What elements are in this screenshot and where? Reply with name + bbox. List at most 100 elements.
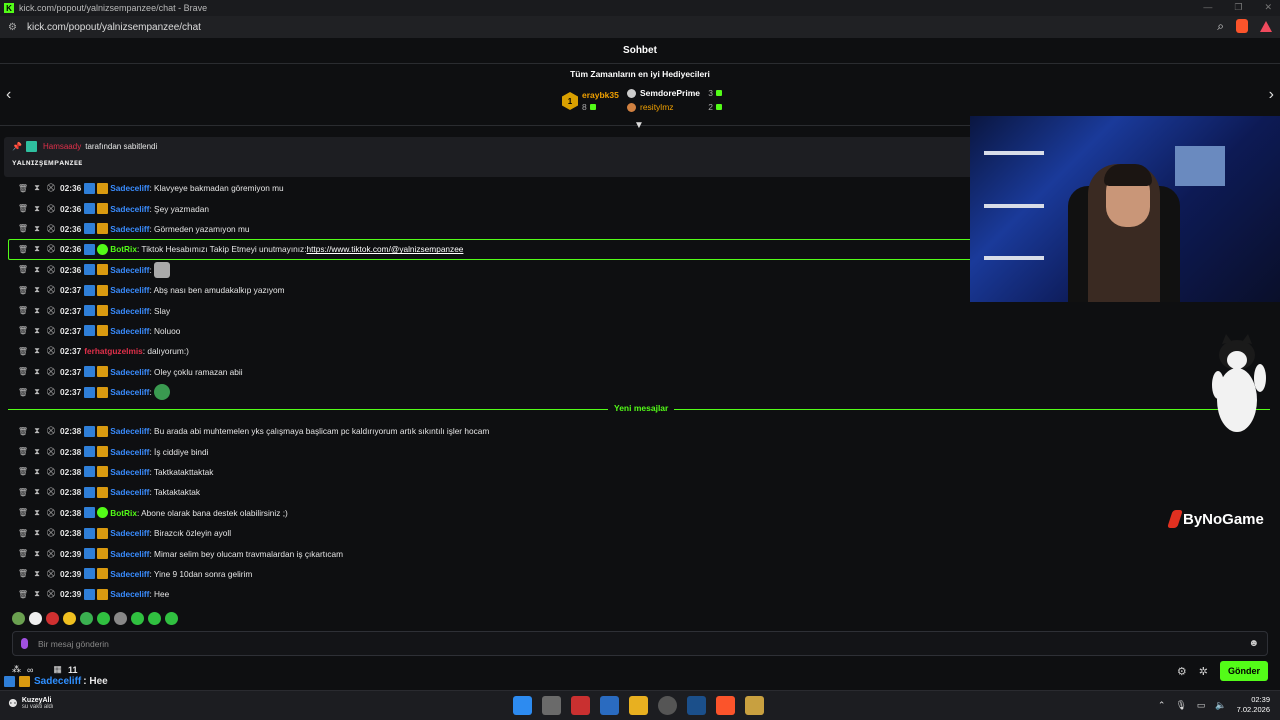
chat-message-row[interactable]: 🗑 ⧗ ⛒ 02:38 Sadeceliff: Birazcık özleyin ayo… [0, 523, 970, 543]
chat-message-row[interactable]: 🗑 ⧗ ⛒ 02:37 Sadeceliff: Noluoo [0, 321, 970, 341]
timeout-icon[interactable]: ⧗ [30, 285, 44, 295]
ban-icon[interactable]: ⛒ [44, 569, 58, 579]
message-username[interactable]: Sadeceliff [110, 528, 149, 538]
maximize-button[interactable]: ❐ [1234, 2, 1242, 13]
chat-input-box[interactable]: ☻ [12, 631, 1268, 656]
delete-icon[interactable]: 🗑 [16, 224, 30, 233]
chat-message-row[interactable]: 🗑 ⧗ ⛒ 02:39 Sadeceliff: Mimar selim bey oluc… [0, 543, 970, 563]
zoom-search-icon[interactable]: ⌕ [1217, 19, 1224, 34]
emote-button[interactable] [97, 612, 110, 625]
delete-icon[interactable]: 🗑 [16, 447, 30, 456]
delete-icon[interactable]: 🗑 [16, 529, 30, 538]
address-bar[interactable]: ⚙ kick.com/popout/yalnizsempanzee/chat ⌕ [0, 16, 1280, 38]
mic-tray-icon[interactable]: 🎙 [1175, 700, 1186, 711]
delete-icon[interactable]: 🗑 [16, 590, 30, 599]
timeout-icon[interactable]: ⧗ [30, 346, 44, 356]
ban-icon[interactable]: ⛒ [44, 528, 58, 538]
tray-expand-icon[interactable]: ⌃ [1158, 700, 1166, 711]
chat-mode-icon[interactable]: ✲ [1199, 665, 1208, 678]
ban-icon[interactable]: ⛒ [44, 367, 58, 377]
ban-icon[interactable]: ⛒ [44, 244, 58, 254]
message-username[interactable]: Sadeceliff [110, 467, 149, 477]
task-view-icon[interactable] [542, 696, 561, 715]
brave-shields-icon[interactable] [1236, 19, 1248, 33]
ban-icon[interactable]: ⛒ [44, 508, 58, 518]
timeout-icon[interactable]: ⧗ [30, 508, 44, 518]
timeout-icon[interactable]: ⧗ [30, 549, 44, 559]
delete-icon[interactable]: 🗑 [16, 508, 30, 517]
url-text[interactable]: kick.com/popout/yalnizsempanzee/chat [27, 22, 201, 33]
ban-icon[interactable]: ⛒ [44, 447, 58, 457]
message-username[interactable]: Sadeceliff [110, 183, 149, 193]
ban-icon[interactable]: ⛒ [44, 387, 58, 397]
timeout-icon[interactable]: ⧗ [30, 265, 44, 275]
ban-icon[interactable]: ⛒ [44, 487, 58, 497]
emote-button[interactable] [131, 612, 144, 625]
send-button[interactable]: Gönder [1219, 661, 1268, 681]
message-username[interactable]: BotRix [110, 508, 137, 518]
delete-icon[interactable]: 🗑 [16, 488, 30, 497]
taskbar-user[interactable]: ⚉ KuzeyAli su vakti aldı [8, 697, 54, 710]
gifter-third[interactable]: resitylmz 2 [627, 102, 722, 112]
message-username[interactable]: Sadeceliff [110, 569, 149, 579]
clock[interactable]: 02:39 7.02.2026 [1237, 695, 1270, 715]
next-arrow-icon[interactable]: › [1269, 86, 1274, 104]
delete-icon[interactable]: 🗑 [16, 388, 30, 397]
prev-arrow-icon[interactable]: ‹ [6, 86, 11, 104]
timeout-icon[interactable]: ⧗ [30, 447, 44, 457]
message-username[interactable]: Sadeceliff [110, 549, 149, 559]
chat-message-row[interactable]: 🗑 ⧗ ⛒ 02:38 BotRix: Abone olarak bana destek… [0, 503, 970, 523]
timeout-icon[interactable]: ⧗ [30, 528, 44, 538]
delete-icon[interactable]: 🗑 [16, 367, 30, 376]
minimize-button[interactable]: — [1203, 2, 1212, 13]
ban-icon[interactable]: ⛒ [44, 204, 58, 214]
pinned-by-user[interactable]: Hamsaady [43, 142, 81, 151]
timeout-icon[interactable]: ⧗ [30, 204, 44, 214]
brave-browser-icon[interactable] [716, 696, 735, 715]
chat-input[interactable] [38, 638, 1228, 649]
ban-icon[interactable]: ⛒ [44, 265, 58, 275]
ban-icon[interactable]: ⛒ [44, 183, 58, 193]
chat-message-row[interactable]: 🗑 ⧗ ⛒ 02:36 Sadeceliff: [0, 260, 970, 280]
message-username[interactable]: Sadeceliff [110, 367, 149, 377]
ban-icon[interactable]: ⛒ [44, 426, 58, 436]
message-username[interactable]: Sadeceliff [110, 306, 149, 316]
chat-message-row[interactable]: 🗑 ⧗ ⛒ 02:38 Sadeceliff: Taktaktaktak [0, 482, 970, 502]
message-username[interactable]: ferhatguzelmis [84, 346, 143, 356]
delete-icon[interactable]: 🗑 [16, 265, 30, 274]
delete-icon[interactable]: 🗑 [16, 204, 30, 213]
media-app-icon[interactable] [745, 696, 764, 715]
ban-icon[interactable]: ⛒ [44, 224, 58, 234]
message-username[interactable]: Sadeceliff [110, 265, 149, 275]
message-link[interactable]: https://www.tiktok.com/@yalnizsempanzee [307, 244, 464, 254]
delete-icon[interactable]: 🗑 [16, 306, 30, 315]
ban-icon[interactable]: ⛒ [44, 467, 58, 477]
close-window-button[interactable]: ✕ [1264, 2, 1272, 13]
ban-icon[interactable]: ⛒ [44, 589, 58, 599]
emote-button[interactable] [114, 612, 127, 625]
delete-icon[interactable]: 🗑 [16, 245, 30, 254]
emote-button[interactable] [80, 612, 93, 625]
chat-message-row[interactable]: 🗑 ⧗ ⛒ 02:38 Sadeceliff: Bu arada abi muhteme… [0, 421, 970, 441]
timeout-icon[interactable]: ⧗ [30, 467, 44, 477]
delete-icon[interactable]: 🗑 [16, 549, 30, 558]
ban-icon[interactable]: ⛒ [44, 285, 58, 295]
chat-message-row[interactable]: 🗑 ⧗ ⛒ 02:37 Sadeceliff: Slay [0, 300, 970, 320]
emote-button[interactable] [12, 612, 25, 625]
volume-icon[interactable]: 🔈 [1215, 700, 1226, 711]
timeout-icon[interactable]: ⧗ [30, 367, 44, 377]
ban-icon[interactable]: ⛒ [44, 549, 58, 559]
connections-icon[interactable]: ⁂ [12, 664, 21, 675]
pinned-message[interactable]: 📌 Hamsaady tarafından sabitlendi ʏᴀʟɴɪᴢş… [4, 137, 1004, 177]
message-username[interactable]: Sadeceliff [110, 589, 149, 599]
message-username[interactable]: Sadeceliff [110, 224, 149, 234]
timeout-icon[interactable]: ⧗ [30, 244, 44, 254]
chat-message-row[interactable]: 🗑 ⧗ ⛒ 02:36 Sadeceliff: Klavyeye bakmadan gö… [0, 178, 970, 198]
delete-icon[interactable]: 🗑 [16, 286, 30, 295]
chat-message-row[interactable]: 🗑 ⧗ ⛒ 02:37 Sadeceliff: [0, 382, 970, 402]
emote-button[interactable] [29, 612, 42, 625]
timeout-icon[interactable]: ⧗ [30, 224, 44, 234]
timeout-icon[interactable]: ⧗ [30, 589, 44, 599]
obs-icon[interactable] [658, 696, 677, 715]
chat-message-row[interactable]: 🗑 ⧗ ⛒ 02:38 Sadeceliff: İş ciddiye bindi [0, 441, 970, 461]
